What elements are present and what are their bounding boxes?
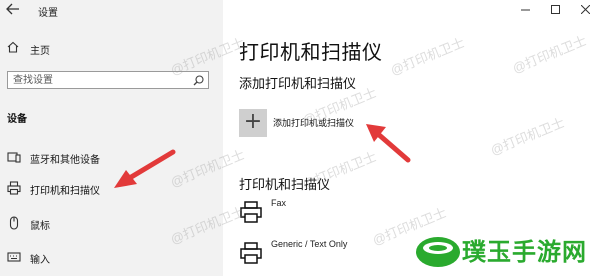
minimize-button[interactable] bbox=[510, 0, 540, 20]
printer-icon bbox=[7, 181, 21, 195]
sidebar-item-label: 打印机和扫描仪 bbox=[30, 186, 100, 197]
bluetooth-devices-icon bbox=[7, 152, 21, 163]
mouse-icon bbox=[9, 216, 19, 230]
app-title: 设置 bbox=[38, 8, 58, 19]
search-icon[interactable] bbox=[193, 75, 204, 86]
plus-icon: + bbox=[243, 109, 263, 134]
add-tile[interactable]: + bbox=[239, 109, 267, 137]
sidebar-item-label: 蓝牙和其他设备 bbox=[30, 155, 100, 166]
back-button[interactable] bbox=[6, 3, 22, 17]
annotation-arrow-icon bbox=[114, 149, 176, 188]
maximize-button[interactable] bbox=[540, 0, 570, 20]
section-label: 设备 bbox=[7, 114, 27, 125]
close-icon bbox=[581, 5, 590, 14]
printer-icon bbox=[240, 242, 262, 264]
sidebar-item-label: 主页 bbox=[30, 46, 50, 57]
search-input[interactable] bbox=[8, 72, 193, 88]
brand-name: 璞玉手游网 bbox=[462, 239, 587, 266]
sidebar-item-typing[interactable]: 输入 bbox=[0, 246, 223, 268]
add-section-heading: 添加打印机和扫描仪 bbox=[239, 76, 357, 91]
sidebar-item-label: 鼠标 bbox=[30, 221, 50, 232]
annotation-arrow-icon bbox=[366, 124, 411, 163]
maximize-icon bbox=[551, 5, 560, 14]
printer-name: Fax bbox=[271, 198, 287, 208]
home-icon bbox=[7, 41, 19, 53]
printer-name: Generic / Text Only bbox=[271, 239, 348, 249]
back-arrow-icon bbox=[6, 3, 19, 15]
close-button[interactable] bbox=[570, 0, 600, 20]
page-title: 打印机和扫描仪 bbox=[239, 42, 383, 64]
keyboard-icon bbox=[7, 252, 21, 262]
minimize-icon bbox=[521, 9, 530, 11]
sidebar-item-label: 输入 bbox=[30, 255, 50, 266]
